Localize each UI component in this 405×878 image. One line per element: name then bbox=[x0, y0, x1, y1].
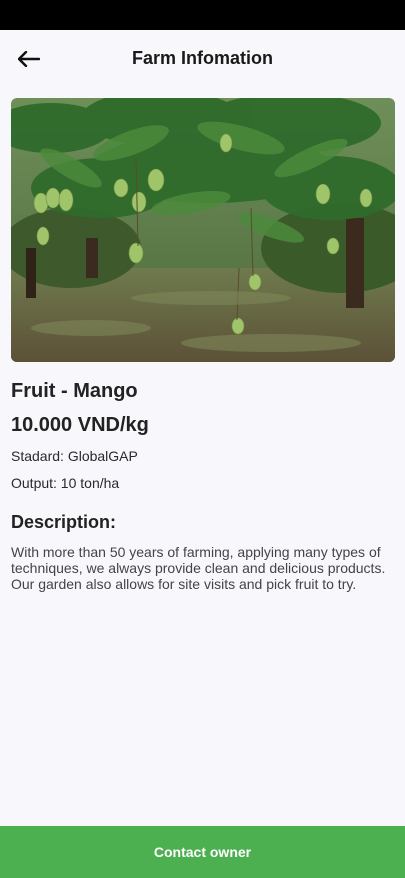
price: 10.000 VND/kg bbox=[11, 414, 149, 436]
description-heading: Description: bbox=[11, 512, 117, 532]
contact-owner-button[interactable]: Contact owner bbox=[0, 826, 405, 878]
output-text: Output: 10 ton/ha bbox=[11, 475, 120, 491]
status-bar bbox=[0, 0, 405, 30]
description-body: With more than 50 years of farming, appl… bbox=[11, 544, 386, 592]
farm-photo bbox=[11, 98, 395, 362]
standard-text: Stadard: GlobalGAP bbox=[11, 448, 138, 464]
fruit-name: Fruit - Mango bbox=[11, 380, 138, 402]
page-title: Farm Infomation bbox=[131, 48, 273, 68]
app-bar: Farm Infomation bbox=[0, 30, 405, 88]
